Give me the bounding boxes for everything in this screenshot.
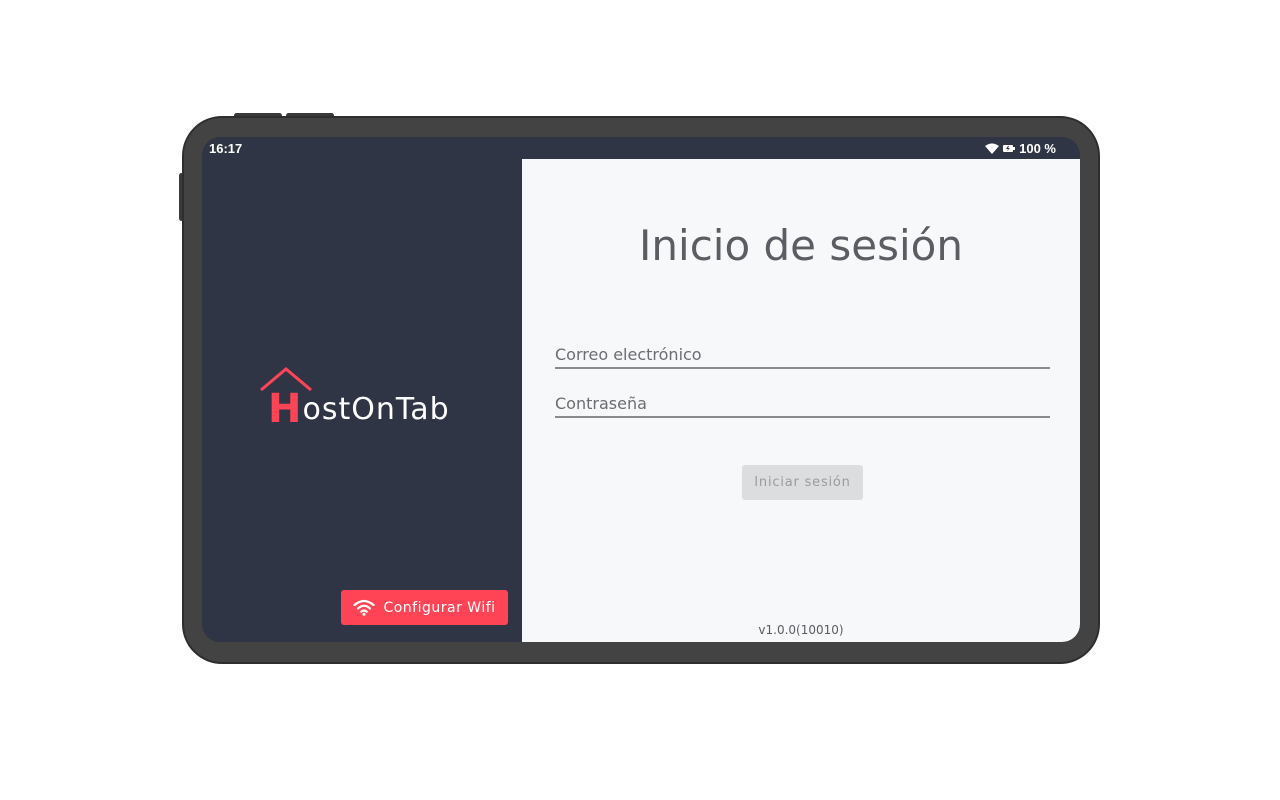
password-field-container — [555, 384, 1050, 418]
configure-wifi-label: Configurar Wifi — [383, 599, 496, 616]
stage: 16:17 100 % HostOnTab Configurar Wifi In… — [0, 0, 1280, 800]
email-field-container — [555, 335, 1050, 369]
tablet-screen: 16:17 100 % HostOnTab Configurar Wifi In… — [202, 137, 1080, 642]
logo-wordmark: HostOnTab — [268, 389, 450, 429]
email-field[interactable] — [555, 335, 1050, 367]
page-title: Inicio de sesión — [639, 221, 963, 270]
wifi-icon — [985, 143, 1000, 154]
status-indicators: 100 % — [985, 141, 1056, 156]
wifi-icon — [353, 599, 376, 616]
password-field[interactable] — [555, 384, 1050, 416]
status-time: 16:17 — [209, 141, 243, 156]
app-version: v1.0.0(10010) — [758, 623, 844, 637]
status-bar: 16:17 100 % — [202, 137, 1080, 159]
left-brand-panel: HostOnTab Configurar Wifi — [202, 159, 522, 642]
logo-first-letter: H — [268, 386, 303, 432]
login-button[interactable]: Iniciar sesión — [742, 465, 863, 500]
configure-wifi-button[interactable]: Configurar Wifi — [341, 590, 508, 625]
logo-rest: ostOnTab — [302, 392, 450, 427]
battery-percentage: 100 % — [1019, 141, 1056, 156]
hostontab-logo: HostOnTab — [259, 366, 469, 430]
battery-icon — [1003, 144, 1016, 153]
login-panel: Inicio de sesión Iniciar sesión v1.0.0(1… — [522, 159, 1080, 642]
